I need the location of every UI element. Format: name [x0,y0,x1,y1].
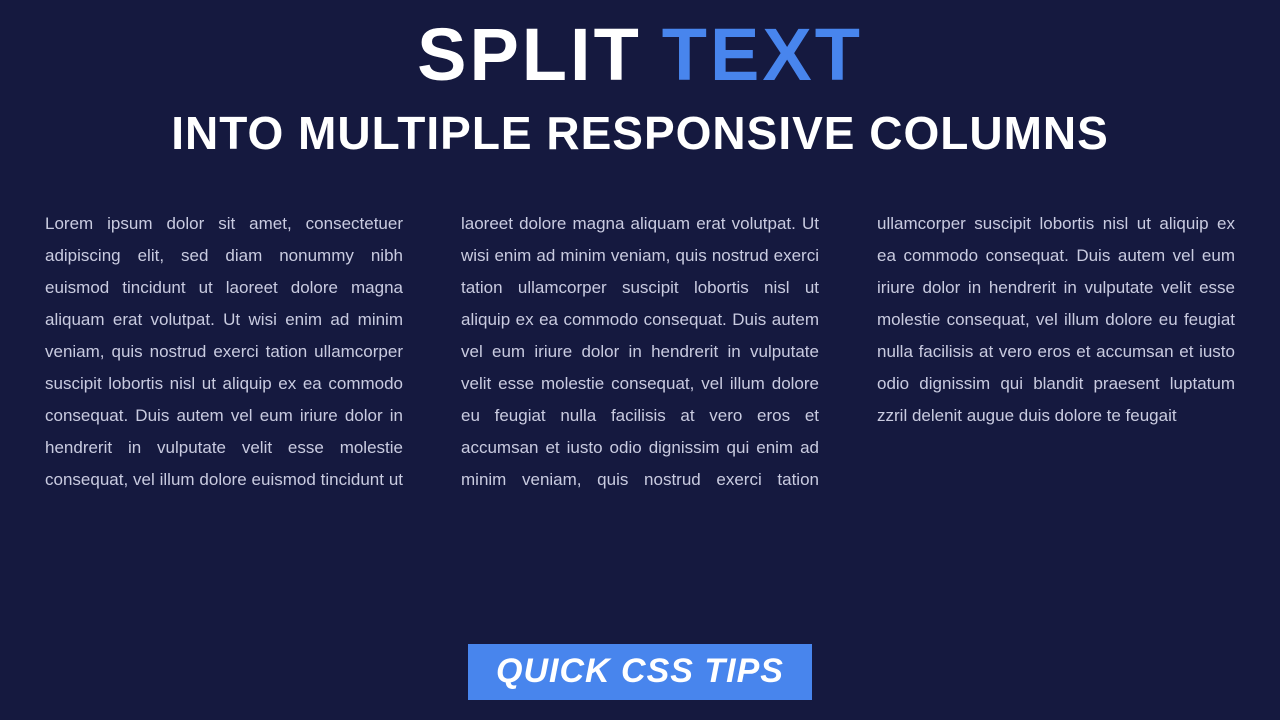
title-word-2: TEXT [662,13,863,96]
slide-canvas: SPLITTEXT INTO MULTIPLE RESPONSIVE COLUM… [0,0,1280,720]
main-title: SPLITTEXT [417,18,863,92]
badge-wrap: QUICK CSS TIPS [0,644,1280,700]
title-word-1: SPLIT [417,13,642,96]
body-columns: Lorem ipsum dolor sit amet, consectetuer… [45,208,1235,618]
subtitle: INTO MULTIPLE RESPONSIVE COLUMNS [171,106,1109,160]
quick-css-tips-badge: QUICK CSS TIPS [468,644,812,700]
